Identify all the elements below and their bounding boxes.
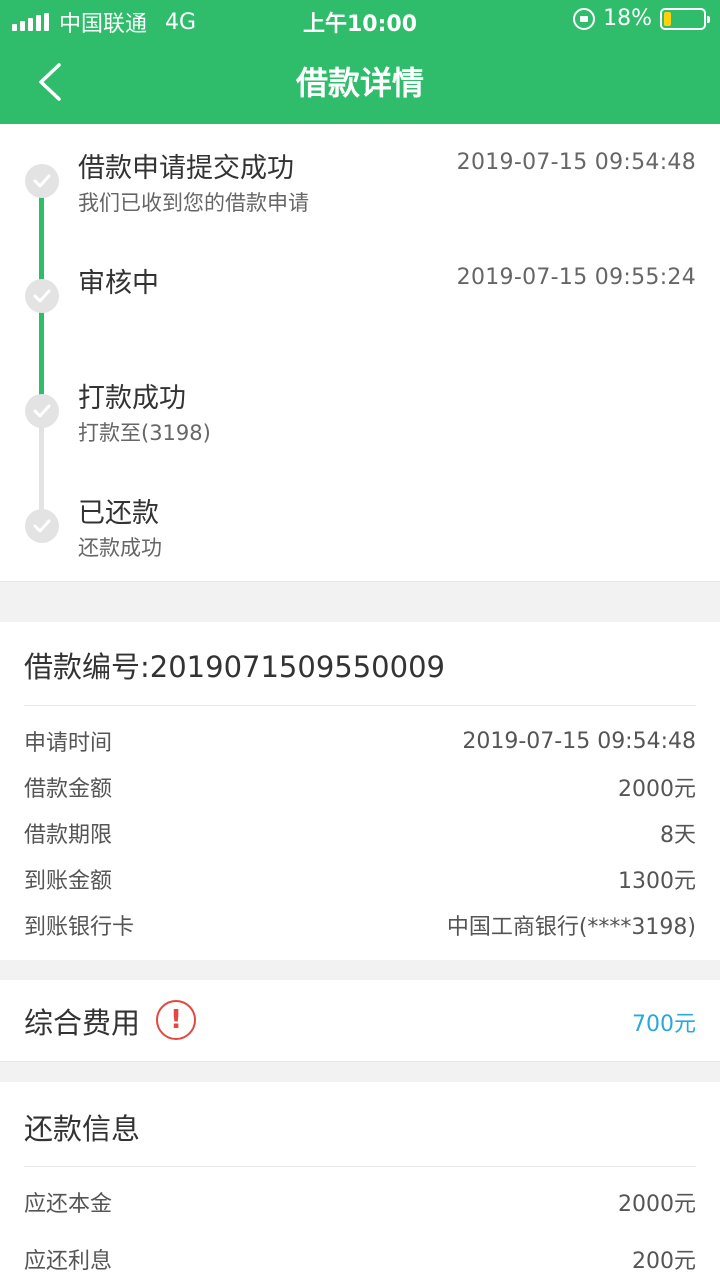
timeline-step-title: 已还款: [78, 498, 159, 529]
detail-row: 到账银行卡 中国工商银行(****3198): [24, 909, 696, 941]
timeline-step-subtitle: 打款至(3198): [78, 421, 211, 445]
detail-value: 中国工商银行(****3198): [446, 915, 696, 940]
repayment-row: 应还本金 2000元: [24, 1186, 696, 1218]
timeline-step-title: 打款成功: [78, 383, 186, 414]
nav-bar: 借款详情: [0, 40, 720, 124]
repayment-label: 应还利息: [24, 1249, 113, 1274]
orientation-lock-icon: [573, 7, 596, 30]
detail-label: 借款期限: [24, 823, 113, 848]
timeline-step-subtitle: 还款成功: [78, 536, 162, 560]
loan-details-card: 借款编号:2019071509550009 申请时间 2019-07-15 09…: [0, 622, 720, 960]
divider: [24, 1166, 696, 1167]
fee-value: 700元: [632, 1012, 696, 1037]
timeline-step-title: 审核中: [78, 268, 159, 299]
detail-row: 借款期限 8天: [24, 817, 696, 849]
detail-value: 2019-07-15 09:54:48: [462, 728, 696, 754]
loan-number: 借款编号:2019071509550009: [24, 650, 445, 684]
timeline-check-icon: [25, 164, 59, 198]
detail-value: 8天: [660, 823, 696, 848]
battery-percent: 18%: [603, 6, 652, 31]
battery-fill: [664, 11, 671, 26]
repayment-value: 2000元: [618, 1192, 696, 1217]
warning-info-icon[interactable]: !: [156, 1000, 196, 1040]
detail-label: 到账金额: [24, 869, 113, 894]
status-right: 18%: [573, 6, 710, 31]
timeline-step-title: 借款申请提交成功: [78, 153, 294, 184]
detail-value: 1300元: [618, 869, 696, 894]
detail-row: 申请时间 2019-07-15 09:54:48: [24, 725, 696, 757]
fee-card: 综合费用 ! 700元: [0, 980, 720, 1062]
timeline-step-time: 2019-07-15 09:54:48: [456, 150, 696, 175]
repayment-value: 200元: [632, 1249, 696, 1274]
timeline-step-subtitle: 我们已收到您的借款申请: [78, 191, 309, 215]
detail-row: 借款金额 2000元: [24, 771, 696, 803]
page-title: 借款详情: [295, 64, 424, 102]
fee-label: 综合费用: [24, 1006, 141, 1040]
loan-progress-timeline: 借款申请提交成功 我们已收到您的借款申请 2019-07-15 09:54:48…: [0, 124, 720, 582]
detail-label: 借款金额: [24, 777, 113, 802]
battery-icon: [660, 7, 710, 30]
timeline-step-time: 2019-07-15 09:55:24: [456, 265, 696, 290]
repayment-card: 还款信息 应还本金 2000元 应还利息 200元: [0, 1082, 720, 1280]
detail-row: 到账金额 1300元: [24, 863, 696, 895]
status-bar: 中国联通 4G 上午10:00 18%: [0, 0, 720, 40]
repayment-label: 应还本金: [24, 1192, 113, 1217]
app-header: 中国联通 4G 上午10:00 18% 借款详情: [0, 0, 720, 124]
timeline-check-icon: [25, 509, 59, 543]
divider: [24, 705, 696, 706]
timeline-check-icon: [25, 279, 59, 313]
repayment-row: 应还利息 200元: [24, 1243, 696, 1275]
repayment-title: 还款信息: [24, 1112, 141, 1146]
detail-label: 申请时间: [24, 731, 113, 756]
detail-value: 2000元: [618, 777, 696, 802]
timeline-check-icon: [25, 394, 59, 428]
detail-label: 到账银行卡: [24, 915, 135, 940]
